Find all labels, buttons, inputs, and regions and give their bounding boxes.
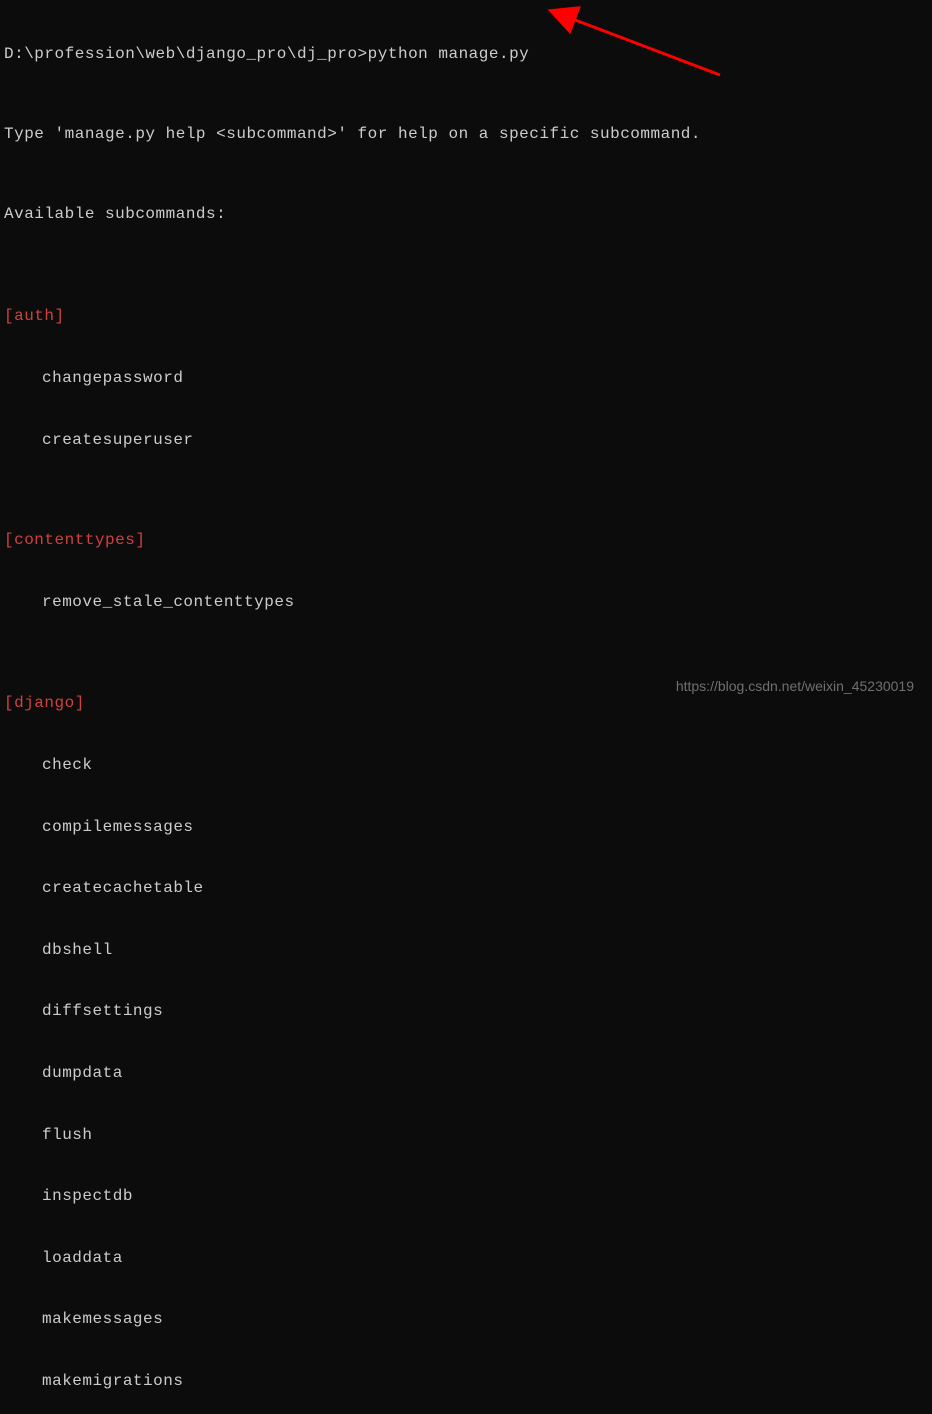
available-subcommands-label: Available subcommands: xyxy=(4,204,928,225)
subcommand: compilemessages xyxy=(4,817,928,837)
subcommand: makemigrations xyxy=(4,1371,928,1391)
subcommand: createcachetable xyxy=(4,878,928,898)
subcommand: inspectdb xyxy=(4,1186,928,1206)
subcommand: flush xyxy=(4,1125,928,1145)
subcommand: loaddata xyxy=(4,1248,928,1268)
help-text: Type 'manage.py help <subcommand>' for h… xyxy=(4,124,928,145)
watermark-text: https://blog.csdn.net/weixin_45230019 xyxy=(676,677,914,695)
command-prompt-line: D:\profession\web\django_pro\dj_pro>pyth… xyxy=(4,44,928,65)
section-header-django: [django] xyxy=(4,693,928,714)
terminal-output[interactable]: D:\profession\web\django_pro\dj_pro>pyth… xyxy=(4,2,928,1414)
section-header-contenttypes: [contenttypes] xyxy=(4,530,928,551)
subcommand: dumpdata xyxy=(4,1063,928,1083)
subcommand: diffsettings xyxy=(4,1001,928,1021)
section-header-auth: [auth] xyxy=(4,306,928,327)
subcommand: check xyxy=(4,755,928,775)
subcommand: dbshell xyxy=(4,940,928,960)
subcommand: makemessages xyxy=(4,1309,928,1329)
subcommand: remove_stale_contenttypes xyxy=(4,592,928,612)
subcommand: createsuperuser xyxy=(4,430,928,450)
subcommand: changepassword xyxy=(4,368,928,388)
